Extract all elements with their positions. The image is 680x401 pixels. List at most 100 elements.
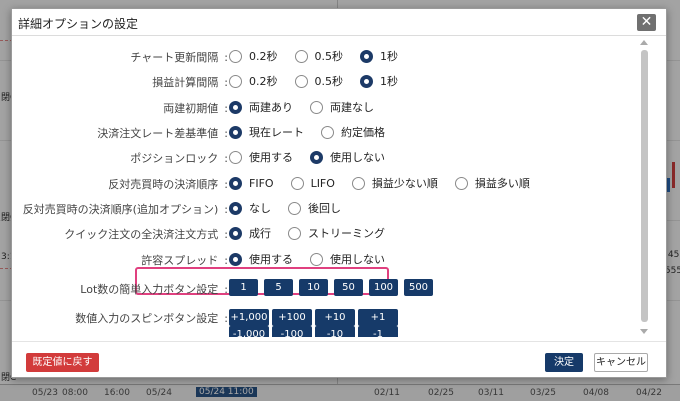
radio-option[interactable]: 使用しない	[310, 251, 385, 267]
setting-label: 許容スプレッド	[141, 254, 219, 267]
radio-checked-icon[interactable]	[229, 201, 242, 215]
spin-minus-buttons: -1,000 -100 -10 -1	[229, 326, 401, 337]
scroll-down-icon[interactable]	[640, 329, 648, 334]
radio-option[interactable]: 使用しない	[310, 149, 385, 165]
radio-unchecked-icon[interactable]	[229, 150, 242, 164]
radio-unchecked-icon[interactable]	[229, 74, 242, 88]
radio-label: 0.2秒	[249, 50, 278, 63]
radio-unchecked-icon[interactable]	[454, 176, 468, 190]
radio-checked-icon[interactable]	[229, 252, 242, 266]
radio-group: 0.2秒 0.5秒 1秒	[229, 48, 415, 66]
radio-option[interactable]: ストリーミング	[288, 225, 385, 241]
radio-option[interactable]: 両建なし	[310, 99, 374, 115]
radio-group: 現在レート 約定価格	[229, 124, 402, 142]
radio-checked-icon[interactable]	[310, 150, 323, 164]
lot-button-50[interactable]: 50	[334, 279, 363, 296]
radio-checked-icon[interactable]	[229, 176, 242, 190]
radio-option[interactable]: 0.5秒	[294, 48, 344, 64]
lot-button-1[interactable]: 1	[229, 279, 258, 296]
radio-label: 成行	[249, 227, 271, 240]
radio-label: LIFO	[310, 176, 335, 190]
radio-group: なし 後回し	[229, 200, 358, 218]
lot-button-10[interactable]: 10	[299, 279, 328, 296]
radio-label: 使用する	[249, 151, 293, 164]
lot-button-500[interactable]: 500	[404, 279, 433, 296]
radio-option[interactable]: FIFO	[229, 176, 274, 190]
radio-label: 両建あり	[249, 101, 293, 114]
radio-unchecked-icon[interactable]	[294, 74, 308, 88]
scrollbar-thumb[interactable]	[641, 50, 648, 322]
setting-row-lot: Lot数の簡単入力ボタン設定: 1 5 10 50 100 500	[12, 278, 642, 300]
radio-unchecked-icon[interactable]	[310, 252, 323, 266]
setting-label: 損益計算間隔	[152, 76, 219, 89]
lot-buttons: 1 5 10 50 100 500	[229, 279, 439, 296]
setting-label: Lot数の簡単入力ボタン設定	[80, 283, 219, 296]
radio-option[interactable]: 成行	[229, 225, 271, 241]
dialog-scrollbar[interactable]	[639, 37, 650, 337]
radio-option[interactable]: 使用する	[229, 251, 293, 267]
dialog-footer: 既定値に戻す 決定 キャンセル	[12, 341, 666, 377]
radio-option[interactable]: なし	[229, 200, 271, 216]
radio-unchecked-icon[interactable]	[351, 176, 365, 190]
radio-label: なし	[249, 202, 271, 215]
radio-option[interactable]: 0.2秒	[229, 48, 278, 64]
radio-unchecked-icon[interactable]	[229, 49, 242, 63]
ok-button[interactable]: 決定	[545, 353, 583, 372]
radio-option[interactable]: 現在レート	[229, 124, 304, 140]
radio-checked-icon[interactable]	[360, 49, 373, 63]
reset-defaults-button[interactable]: 既定値に戻す	[26, 353, 99, 372]
setting-label: 両建初期値	[163, 102, 219, 115]
radio-label: 使用する	[249, 253, 293, 266]
radio-checked-icon[interactable]	[229, 226, 242, 240]
radio-unchecked-icon[interactable]	[321, 125, 334, 139]
radio-checked-icon[interactable]	[229, 125, 242, 139]
lot-button-100[interactable]: 100	[369, 279, 398, 296]
radio-group: FIFO LIFO 損益少ない順 損益多い順	[229, 175, 547, 193]
radio-checked-icon[interactable]	[360, 74, 373, 88]
radio-option[interactable]: LIFO	[290, 176, 335, 190]
radio-unchecked-icon[interactable]	[288, 201, 301, 215]
radio-option[interactable]: 1秒	[360, 73, 398, 89]
radio-option[interactable]: 0.2秒	[229, 73, 278, 89]
scroll-up-icon[interactable]	[640, 40, 648, 45]
spin-plus-1[interactable]: +1	[358, 309, 398, 326]
radio-label: 1秒	[380, 75, 398, 88]
radio-label: 使用しない	[330, 151, 385, 164]
radio-label: 0.5秒	[314, 50, 344, 63]
radio-label: 0.5秒	[314, 75, 344, 88]
lot-button-5[interactable]: 5	[264, 279, 293, 296]
radio-option[interactable]: 損益少ない順	[351, 175, 438, 191]
radio-option[interactable]: 1秒	[360, 48, 398, 64]
spin-plus-10[interactable]: +10	[315, 309, 355, 326]
radio-unchecked-icon[interactable]	[288, 226, 301, 240]
setting-row: ポジションロック: 使用する 使用しない	[12, 147, 642, 169]
setting-label: 反対売買時の決済順序(追加オプション)	[22, 203, 219, 216]
setting-label: 反対売買時の決済順序	[108, 178, 219, 191]
radio-option[interactable]: 損益多い順	[454, 175, 530, 191]
radio-label: FIFO	[249, 176, 274, 190]
radio-unchecked-icon[interactable]	[290, 176, 304, 190]
radio-checked-icon[interactable]	[229, 100, 242, 114]
radio-label: 損益少ない順	[371, 177, 438, 190]
radio-option[interactable]: 0.5秒	[294, 73, 344, 89]
cancel-button[interactable]: キャンセル	[594, 353, 648, 372]
spin-minus-1[interactable]: -1	[358, 326, 398, 337]
radio-group: 使用する 使用しない	[229, 149, 402, 167]
dialog-titlebar: 詳細オプションの設定 ✕	[12, 9, 666, 36]
radio-unchecked-icon[interactable]	[310, 100, 323, 114]
setting-label: クイック注文の全決済注文方式	[64, 228, 219, 241]
dialog-title: 詳細オプションの設定	[18, 17, 139, 31]
setting-label: チャート更新間隔	[130, 51, 219, 64]
spin-minus-1000[interactable]: -1,000	[229, 326, 269, 337]
spin-minus-10[interactable]: -10	[315, 326, 355, 337]
radio-unchecked-icon[interactable]	[294, 49, 308, 63]
radio-option[interactable]: 約定価格	[321, 124, 385, 140]
radio-option[interactable]: 後回し	[288, 200, 341, 216]
spin-plus-100[interactable]: +100	[272, 309, 312, 326]
radio-option[interactable]: 両建あり	[229, 99, 293, 115]
close-button[interactable]: ✕	[637, 14, 656, 31]
setting-row: 反対売買時の決済順序(追加オプション): なし 後回し	[12, 198, 642, 220]
spin-minus-100[interactable]: -100	[272, 326, 312, 337]
spin-plus-1000[interactable]: +1,000	[229, 309, 269, 326]
radio-option[interactable]: 使用する	[229, 149, 293, 165]
